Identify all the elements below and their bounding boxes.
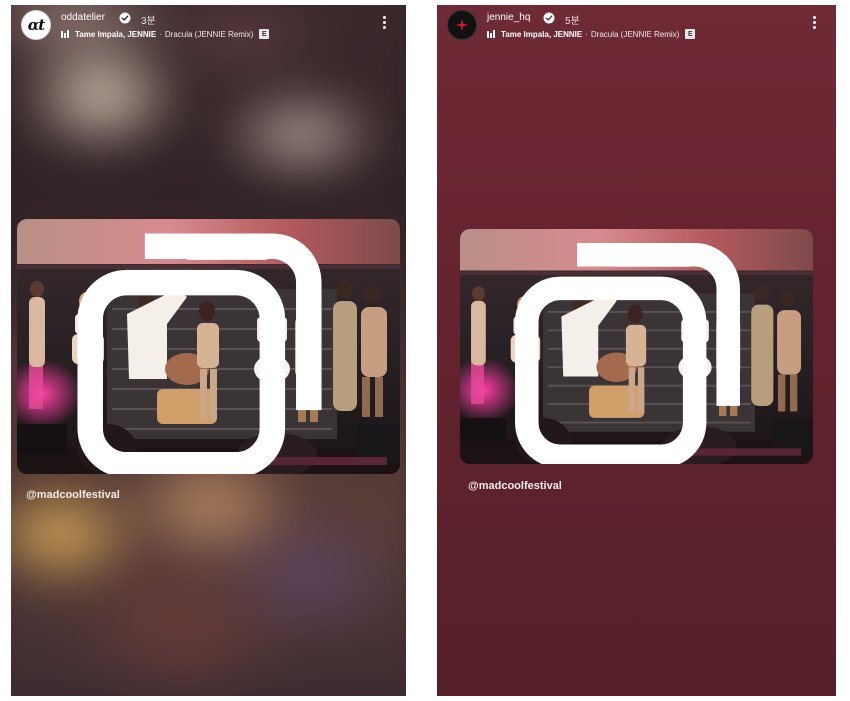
- carousel-icon: [515, 243, 740, 464]
- avatar-logo: αt: [27, 16, 45, 34]
- story-header: αt oddatelier 3분 Tame Impala, JENNIE · D…: [11, 5, 406, 49]
- music-artist: Tame Impala, JENNIE: [75, 29, 157, 39]
- profile-avatar[interactable]: αt: [21, 10, 51, 40]
- music-bars-icon: [61, 30, 69, 38]
- music-separator: ·: [159, 29, 162, 39]
- mention-tag[interactable]: @madcoolfestival: [26, 489, 120, 501]
- music-title: Dracula (JENNIE Remix): [164, 29, 254, 39]
- music-separator: ·: [585, 29, 588, 39]
- story-card-right[interactable]: jennie_hq 5분 Tame Impala, JENNIE · Dracu…: [437, 5, 836, 696]
- red-sparkle-icon: [455, 18, 469, 32]
- music-info[interactable]: Tame Impala, JENNIE · Dracula (JENNIE Re…: [487, 28, 696, 40]
- carousel-icon: [77, 233, 322, 474]
- story-header: jennie_hq 5분 Tame Impala, JENNIE · Dracu…: [437, 5, 836, 49]
- time-ago: 5분: [565, 16, 580, 27]
- post-photo[interactable]: [17, 219, 400, 474]
- more-options-icon[interactable]: [382, 16, 386, 32]
- music-info[interactable]: Tame Impala, JENNIE · Dracula (JENNIE Re…: [61, 28, 270, 40]
- verified-badge-icon: [119, 12, 131, 24]
- explicit-badge: E: [259, 29, 270, 39]
- time-ago: 3분: [141, 16, 156, 27]
- post-photo[interactable]: [460, 229, 813, 464]
- verified-badge-icon: [543, 12, 555, 24]
- story-card-left[interactable]: αt oddatelier 3분 Tame Impala, JENNIE · D…: [11, 5, 406, 696]
- music-artist: Tame Impala, JENNIE: [501, 29, 583, 39]
- music-title: Dracula (JENNIE Remix): [590, 29, 680, 39]
- explicit-badge: E: [685, 29, 696, 39]
- mention-tag[interactable]: @madcoolfestival: [468, 480, 562, 492]
- username[interactable]: oddatelier: [61, 12, 105, 23]
- username[interactable]: jennie_hq: [487, 12, 530, 23]
- music-bars-icon: [487, 30, 495, 38]
- more-options-icon[interactable]: [812, 16, 816, 32]
- page: αt oddatelier 3분 Tame Impala, JENNIE · D…: [0, 0, 850, 701]
- profile-avatar[interactable]: [447, 10, 477, 40]
